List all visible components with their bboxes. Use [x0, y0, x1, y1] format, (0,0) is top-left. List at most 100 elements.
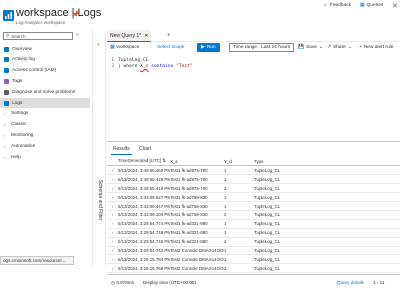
cell-type: TupleLog_CL	[254, 256, 281, 262]
table-row[interactable]: › 5/13/2024, 3:49:55.460 PM Test1 fk-ad975…	[107, 167, 400, 176]
expand-row-icon[interactable]: ›	[107, 239, 118, 244]
sort-icon: ⇅	[162, 158, 166, 163]
expand-row-icon[interactable]: ›	[107, 248, 118, 253]
time-range-button[interactable]: Time range : Last 24 hours	[229, 43, 295, 52]
ellipsis-icon[interactable]: ⋯	[82, 11, 88, 18]
column-header-y-d[interactable]: Y_d	[224, 159, 254, 164]
collapse-menu-icon[interactable]: «	[76, 32, 79, 38]
schema-filter-pane[interactable]: » Schema and Filter	[92, 30, 106, 266]
sidebar-item-settings[interactable]: › Settings	[0, 109, 90, 119]
sidebar-item-automation[interactable]: › Automation	[0, 141, 90, 151]
expand-row-icon[interactable]: ›	[107, 177, 118, 182]
query-details-link[interactable]: Query details	[337, 280, 364, 285]
expand-row-icon[interactable]: ›	[107, 257, 118, 262]
share-icon: ↗	[327, 45, 332, 50]
cell-y-d: 1	[224, 248, 227, 254]
sidebar-item-label: Overview	[12, 46, 32, 52]
new-alert-rule-button[interactable]: + New alert rule	[359, 43, 393, 52]
feedback-button[interactable]: ☺ Feedback	[323, 3, 351, 8]
cell-y-d: 2	[224, 265, 227, 271]
sidebar-item-label: Activity log	[12, 57, 35, 63]
table-row[interactable]: › 5/13/2024, 3:29:54.748 PM Test1 fk-ad331…	[107, 229, 400, 238]
column-header-x-s[interactable]: X_s	[170, 159, 224, 164]
tab-chart[interactable]: Chart	[137, 146, 153, 155]
share-button[interactable]: ↗ Share ⌄	[327, 43, 352, 52]
expand-row-icon[interactable]: ›	[107, 168, 118, 173]
pin-icon[interactable]: 📌	[72, 11, 79, 18]
column-header-timegenerated[interactable]: TimeGenerated [UTC] ⇅	[118, 158, 170, 164]
cell-type: TupleLog_CL	[254, 194, 281, 200]
chevron-down-icon: ⌄	[318, 45, 323, 50]
run-button[interactable]: ▶ Run	[197, 43, 220, 52]
table-row[interactable]: › 5/13/2024, 3:29:54.742 PM Test2 Console …	[107, 247, 400, 256]
cell-x-s: Test1 fk-ad975-700	[170, 167, 208, 173]
cell-timegenerated: 5/13/2024, 3:49:55.460 PM	[118, 167, 170, 173]
sidebar-item-monitoring[interactable]: › Monitoring	[0, 130, 90, 140]
table-row[interactable]: › 5/13/2024, 3:29:54.746 PM Test1 fk-ad331…	[107, 238, 400, 247]
query-editor[interactable]: 1 TupleLog_CL 2 | where X_s contains "Test"	[107, 54, 400, 140]
tag-icon	[4, 78, 9, 84]
table-row[interactable]: › 5/13/2024, 3:29:54.774 PM Test1 fk-ad331…	[107, 220, 400, 229]
workspace-icon: ▦	[110, 45, 115, 50]
cell-timegenerated: 5/13/2024, 3:49:55.428 PM	[118, 176, 170, 182]
table-row[interactable]: › 5/13/2024, 3:43:09.447 PM Test1 fk-ad768…	[107, 202, 400, 211]
chevron-down-icon: ⌄	[347, 45, 352, 50]
results-statusbar: ◷ 0.978ms Display time (UTC+00:00) Query…	[107, 274, 400, 296]
query-toolbar: ▦ workspace Select scope ▶ Run Time rang…	[107, 42, 400, 53]
sidebar-item-overview[interactable]: Overview	[0, 44, 90, 54]
close-icon[interactable]: ✕	[392, 2, 398, 10]
cell-type: TupleLog_CL	[254, 203, 281, 209]
display-time-selector[interactable]: Display time (UTC+00:00)	[143, 280, 196, 285]
table-row[interactable]: › 5/13/2024, 3:49:55.418 PM Test1 fk-ad975…	[107, 184, 400, 194]
close-tab-icon[interactable]: ✕	[144, 33, 148, 39]
editor-results-divider[interactable]	[107, 141, 400, 142]
play-icon: ▶	[201, 45, 205, 50]
cell-timegenerated: 5/13/2024, 3:26:15.768 PM	[118, 265, 170, 271]
schema-filter-label: Schema and Filter	[97, 179, 103, 221]
expand-row-icon[interactable]: ›	[107, 212, 118, 217]
expand-pane-icon[interactable]: »	[97, 42, 100, 48]
select-scope-link[interactable]: Select scope	[157, 43, 184, 52]
expand-row-icon[interactable]: ›	[107, 186, 118, 191]
save-button[interactable]: 💾 Save ⌄	[298, 43, 323, 52]
sidebar-item-diagnose-and-solve-problems[interactable]: Diagnose and solve problems	[0, 87, 90, 97]
expand-row-icon[interactable]: ›	[107, 230, 118, 235]
chevron-right-icon: ›	[4, 111, 6, 117]
table-row[interactable]: › 5/13/2024, 3:43:09.104 PM Test1 fk-ad768…	[107, 211, 400, 220]
cell-type: TupleLog_CL	[254, 248, 281, 254]
table-row[interactable]: › 5/13/2024, 3:49:55.428 PM Test1 fk-ad975…	[107, 175, 400, 185]
sidebar-item-help[interactable]: › Help	[0, 152, 90, 162]
page-range: 1 - 11	[373, 280, 385, 285]
sidebar-item-classic[interactable]: › Classic	[0, 120, 90, 130]
cell-x-s: Test1 fk-ad331-880	[170, 230, 208, 236]
menu-search-input[interactable]: ⚲ Search	[3, 32, 73, 40]
cell-timegenerated: 5/13/2024, 3:29:54.742 PM	[118, 248, 170, 254]
queries-button[interactable]: ▦ Queries	[360, 3, 383, 8]
cell-y-d: 1	[224, 230, 227, 236]
clock-icon: ◷	[111, 280, 116, 285]
cell-x-s: Test1 fk-ad975-700	[170, 176, 208, 182]
page-subtitle: Log Analytics workspace	[16, 20, 66, 25]
add-tab-icon[interactable]: +	[167, 33, 171, 39]
table-row[interactable]: › 5/13/2024, 3:26:15.784 PM Test2 Console …	[107, 256, 400, 265]
cell-type: TupleLog_CL	[254, 221, 281, 227]
expand-row-icon[interactable]: ›	[107, 221, 118, 226]
sidebar-item-activity-log[interactable]: Activity log	[0, 55, 90, 65]
column-header-type[interactable]: Type	[254, 159, 324, 164]
tab-results[interactable]: Results	[111, 146, 132, 155]
sidebar-item-tags[interactable]: Tags	[0, 76, 90, 86]
code-token: contains	[148, 64, 177, 69]
sidebar-item-logs[interactable]: Logs	[0, 98, 90, 108]
expand-row-icon[interactable]: ›	[107, 266, 118, 271]
tab-new-query-1[interactable]: New Query 1* ✕	[107, 30, 152, 42]
cell-x-s: Test1 fk-ad768-830	[170, 194, 208, 200]
expand-row-icon[interactable]: ›	[107, 204, 118, 209]
table-row[interactable]: › 5/13/2024, 3:43:09.527 PM Test1 fk-ad768…	[107, 193, 400, 203]
sidebar-item-access-control-iam[interactable]: Access control (IAM)	[0, 66, 90, 76]
cell-y-d: 2	[224, 239, 227, 245]
cell-x-s: Test1 fk-ad331-880	[170, 239, 208, 245]
expand-row-icon[interactable]: ›	[107, 195, 118, 200]
page-title: workspace | Logs	[16, 7, 102, 19]
table-header: TimeGenerated [UTC] ⇅ X_s Y_d Type	[107, 157, 400, 166]
sidebar-item-label: Tags	[12, 78, 23, 84]
